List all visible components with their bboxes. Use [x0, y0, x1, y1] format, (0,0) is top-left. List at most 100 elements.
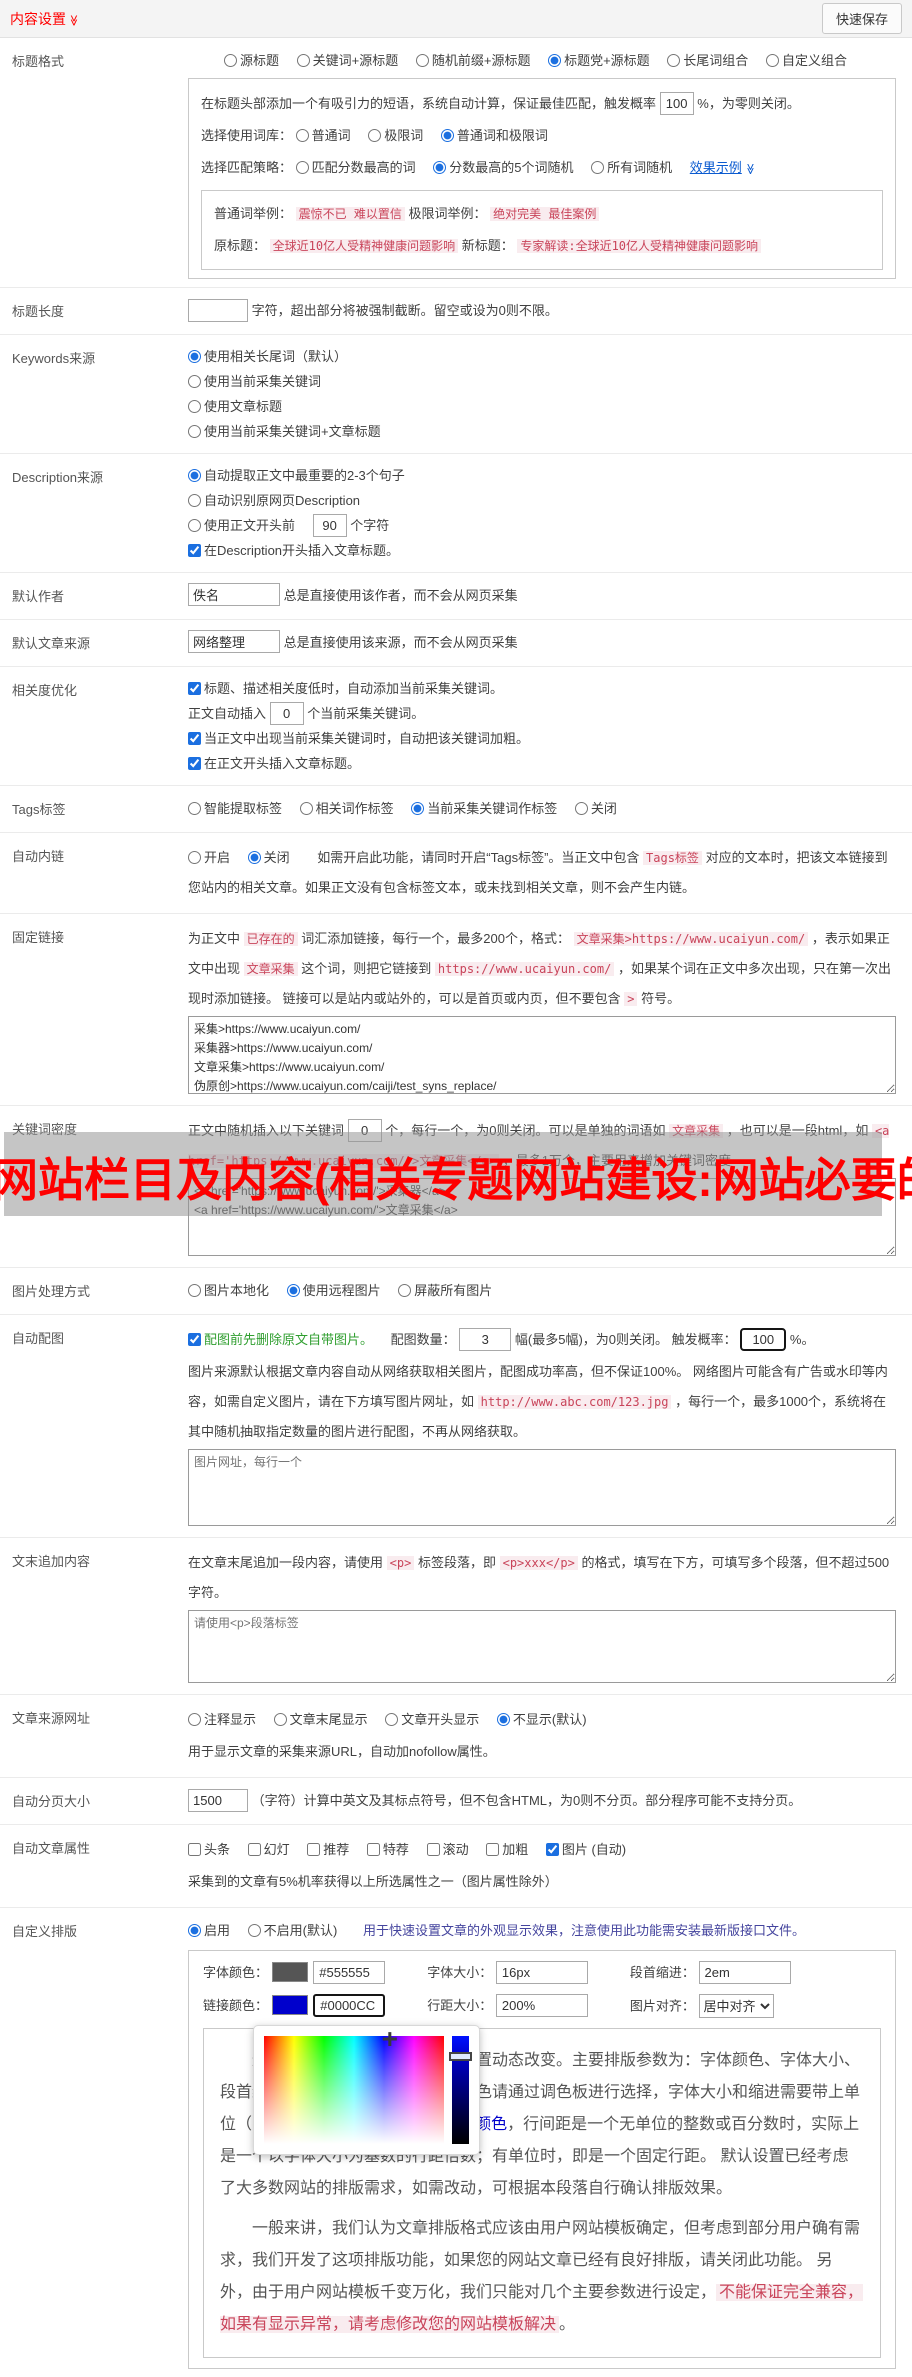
radio-layout-enable[interactable]	[188, 1924, 201, 1937]
original-title-example: 全球近10亿人受精神健康问题影响	[269, 239, 459, 253]
gt-symbol-highlight: >	[624, 992, 638, 1006]
radio-strategy-all[interactable]	[591, 161, 605, 174]
radio-innerlink-on[interactable]	[188, 851, 201, 864]
radio-title-mode-longtail[interactable]	[667, 54, 681, 67]
default-author-input[interactable]	[188, 583, 280, 606]
radio-kw-longtail[interactable]	[188, 350, 201, 363]
radio-dict-both[interactable]	[440, 129, 454, 142]
radio-dict-normal[interactable]	[295, 129, 309, 142]
default-source-input[interactable]	[188, 630, 280, 653]
row-pagination: 自动分页大小 （字符）计算中英文及其标点符号，但不包含HTML，为0则不分页。部…	[0, 1778, 912, 1825]
indent-input[interactable]	[698, 1961, 791, 1984]
insert-keyword-count-input[interactable]	[269, 702, 304, 725]
checkbox-attr-slide[interactable]	[247, 1843, 261, 1856]
row-default-author: 默认作者 总是直接使用该作者，而不会从网页采集	[0, 573, 912, 620]
color-picker-gradient[interactable]: +	[264, 2024, 444, 2144]
row-label: 固定链接	[12, 930, 65, 945]
font-size-input[interactable]	[495, 1961, 588, 1984]
link-color-swatch[interactable]	[271, 1995, 308, 2015]
row-label: 相关度优化	[12, 683, 78, 698]
radio-desc-first-chars[interactable]	[188, 519, 201, 532]
radio-image-localize[interactable]	[188, 1284, 201, 1297]
radio-kw-title[interactable]	[188, 400, 201, 413]
effect-example-link[interactable]: 效果示例 ≫	[690, 160, 756, 175]
radio-title-mode-custom[interactable]	[765, 54, 779, 67]
trigger-probability-input[interactable]	[659, 92, 694, 115]
radio-tags-off[interactable]	[574, 802, 588, 815]
checkbox-relevance-add-keyword[interactable]	[188, 682, 201, 695]
fixed-link-textarea[interactable]: 采集>https://www.ucaiyun.com/ 采集器>https://…	[188, 1016, 896, 1094]
checkbox-desc-insert-title[interactable]	[188, 544, 201, 557]
p-tag-highlight: <p>	[386, 1556, 415, 1570]
image-count-input[interactable]	[459, 1328, 512, 1351]
row-tags: Tags标签 智能提取标签 相关词作标签 当前采集关键词作标签 关闭	[0, 786, 912, 833]
checkbox-attr-recommend[interactable]	[307, 1843, 321, 1856]
radio-desc-original[interactable]	[188, 494, 201, 507]
radio-title-mode-prefix-source[interactable]	[415, 54, 429, 67]
line-height-input[interactable]	[495, 1994, 588, 2017]
radio-srcurl-start[interactable]	[385, 1713, 399, 1726]
radio-strategy-top5[interactable]	[433, 161, 447, 174]
checkbox-attr-headline[interactable]	[188, 1843, 201, 1856]
checkbox-bold-keyword[interactable]	[188, 732, 201, 745]
radio-tags-smart[interactable]	[188, 802, 201, 815]
extreme-word-example: 绝对完美 最佳案例	[490, 207, 600, 221]
radio-image-block[interactable]	[398, 1284, 412, 1297]
row-fixed-link: 固定链接 为正文中 已存在的 词汇添加链接，每行一个，最多200个，格式： 文章…	[0, 914, 912, 1106]
append-content-textarea[interactable]	[188, 1610, 896, 1683]
checkbox-attr-scroll[interactable]	[426, 1843, 440, 1856]
radio-desc-auto-sentences[interactable]	[188, 469, 201, 482]
image-probability-input[interactable]	[740, 1328, 787, 1351]
radio-srcurl-comment[interactable]	[188, 1713, 201, 1726]
radio-title-mode-clickbait-source[interactable]	[548, 54, 562, 67]
row-label: 自动文章属性	[12, 1841, 91, 1856]
dict-group: 选择使用词库： 普通词 极限词 普通词和极限词	[201, 128, 548, 143]
row-description-source: Description来源 自动提取正文中最重要的2-3个句子 自动识别原网页D…	[0, 454, 912, 573]
color-picker-popup: +	[253, 2024, 480, 2155]
checkbox-remove-original-images[interactable]	[188, 1333, 201, 1346]
checkbox-insert-title-body[interactable]	[188, 757, 201, 770]
link-color-input[interactable]	[313, 1994, 386, 2017]
row-auto-innerlink: 自动内链 开启 关闭 如需开启此功能，请同时开启“Tags标签”。当正文中包含 …	[0, 833, 912, 914]
row-keyword-density: 关键词密度 正文中随机插入以下关键词 个，每行一个，为0则关闭。可以是单独的词语…	[0, 1106, 912, 1268]
radio-innerlink-off[interactable]	[247, 851, 261, 864]
image-mode-group: 图片本地化 使用远程图片 屏蔽所有图片	[188, 1278, 896, 1304]
radio-layout-disable[interactable]	[247, 1924, 261, 1937]
color-picker-crosshair[interactable]: +	[382, 2024, 398, 2054]
checkbox-attr-special[interactable]	[366, 1843, 380, 1856]
row-label: 自动分页大小	[12, 1794, 91, 1809]
radio-kw-current-title[interactable]	[188, 425, 201, 438]
image-align-select[interactable]: 居中对齐	[698, 1994, 774, 2018]
checkbox-attr-image[interactable]	[545, 1843, 559, 1856]
article-attrs-group: 头条 幻灯 推荐 特荐 滚动 加粗 图片 (自动)	[188, 1835, 896, 1865]
quick-save-button[interactable]: 快速保存	[821, 3, 902, 34]
pagination-size-input[interactable]	[188, 1789, 248, 1812]
row-default-source: 默认文章来源 总是直接使用该来源，而不会从网页采集	[0, 620, 912, 667]
checkbox-attr-bold[interactable]	[486, 1843, 500, 1856]
row-label: 标题格式	[12, 54, 65, 69]
radio-dict-extreme[interactable]	[368, 129, 382, 142]
color-picker-slider[interactable]	[449, 2036, 472, 2144]
font-color-swatch[interactable]	[271, 1962, 308, 1982]
radio-srcurl-hide[interactable]	[496, 1713, 510, 1726]
row-label: 文末追加内容	[12, 1554, 91, 1569]
title-example-box: 普通词举例： 震惊不已 难以置信 极限词举例： 绝对完美 最佳案例 原标题： 全…	[201, 190, 883, 270]
source-url-group: 注释显示 文章末尾显示 文章开头显示 不显示(默认)	[188, 1705, 896, 1735]
color-picker-slider-handle[interactable]	[449, 2052, 472, 2061]
font-color-input[interactable]	[313, 1961, 386, 1984]
radio-tags-current-keyword[interactable]	[411, 802, 425, 815]
radio-image-remote[interactable]	[286, 1284, 300, 1297]
existing-words-highlight: 已存在的	[243, 932, 298, 946]
radio-title-mode-source[interactable]	[224, 54, 237, 67]
desc-char-count-input[interactable]	[312, 514, 347, 537]
title-length-input[interactable]	[188, 299, 248, 322]
radio-srcurl-end[interactable]	[273, 1713, 287, 1726]
row-label: 默认文章来源	[12, 636, 91, 651]
radio-title-mode-kw-source[interactable]	[296, 54, 310, 67]
radio-strategy-highest[interactable]	[295, 161, 309, 174]
radio-kw-current[interactable]	[188, 375, 201, 388]
row-image-mode: 图片处理方式 图片本地化 使用远程图片 屏蔽所有图片	[0, 1268, 912, 1315]
radio-tags-related[interactable]	[299, 802, 313, 815]
image-url-textarea[interactable]	[188, 1449, 896, 1526]
row-label: Tags标签	[12, 802, 66, 817]
